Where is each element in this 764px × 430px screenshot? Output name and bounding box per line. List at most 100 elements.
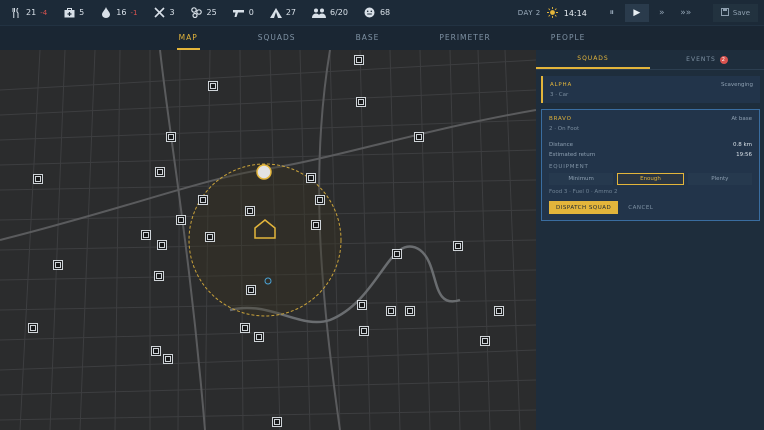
poi-marker[interactable] <box>246 285 256 295</box>
tab-base[interactable]: BASE <box>354 26 382 50</box>
tent-icon <box>269 7 282 19</box>
resource-people: 6/20 <box>312 7 348 19</box>
side-panel: SQUADS EVENTS 2 Scavenging ALPHA 3 · Car… <box>536 50 764 430</box>
poi-marker[interactable] <box>386 306 396 316</box>
fastest-button[interactable]: »» <box>675 4 697 22</box>
poi-marker[interactable] <box>359 326 369 336</box>
equipment-enough[interactable]: Enough <box>617 173 684 185</box>
events-badge: 2 <box>719 55 728 64</box>
medkit-value: 5 <box>79 8 85 17</box>
morale-icon <box>364 7 376 19</box>
poi-marker[interactable] <box>205 232 215 242</box>
squad-name: BRAVO <box>549 116 572 122</box>
tab-people[interactable]: PEOPLE <box>549 26 588 50</box>
poi-marker[interactable] <box>392 249 402 259</box>
tab-squads[interactable]: SQUADS <box>256 26 298 50</box>
poi-marker[interactable] <box>157 240 167 250</box>
food-value: 21 <box>26 8 37 17</box>
poi-marker[interactable] <box>166 132 176 142</box>
poi-marker[interactable] <box>354 55 364 65</box>
tools-icon <box>153 7 165 19</box>
game-clock: 14:14 <box>563 8 587 18</box>
resource-tools: 3 <box>153 7 175 19</box>
gun-icon <box>232 7 245 19</box>
poi-marker[interactable] <box>356 97 366 107</box>
fast-forward-button[interactable]: » <box>651 4 673 22</box>
water-value: 16 <box>116 8 127 17</box>
poi-marker[interactable] <box>33 174 43 184</box>
return-row: Estimated return 19:56 <box>549 152 752 158</box>
squad-status: At base <box>731 116 752 122</box>
poi-marker[interactable] <box>208 81 218 91</box>
resource-medkit: 5 <box>63 7 84 19</box>
poi-marker[interactable] <box>272 417 282 427</box>
poi-marker[interactable] <box>453 241 463 251</box>
main-nav: MAP SQUADS BASE PERIMETER PEOPLE <box>0 26 764 50</box>
distance-row: Distance 0.8 km <box>549 142 752 148</box>
squad-card-bravo[interactable]: At base BRAVO 2 · On Foot Distance 0.8 k… <box>541 109 760 221</box>
return-value: 19:56 <box>736 152 752 158</box>
play-button[interactable]: ▶ <box>624 4 649 22</box>
poi-marker[interactable] <box>141 230 151 240</box>
poi-marker[interactable] <box>311 220 321 230</box>
poi-marker[interactable] <box>198 195 208 205</box>
poi-marker[interactable] <box>240 323 250 333</box>
poi-marker[interactable] <box>163 354 173 364</box>
poi-marker[interactable] <box>405 306 415 316</box>
poi-marker[interactable] <box>53 260 63 270</box>
time-controls: DAY 2 14:14 ⏸ ▶ » »» Save <box>518 0 764 26</box>
water-delta: -1 <box>130 8 138 17</box>
squad-status: Scavenging <box>720 82 753 88</box>
people-value: 6/20 <box>330 8 348 17</box>
squad-info: 2 · On Foot <box>549 126 580 132</box>
poi-marker[interactable] <box>480 336 490 346</box>
pause-button[interactable]: ⏸ <box>601 4 623 22</box>
resource-ammo: 0 <box>232 7 254 19</box>
tools-value: 3 <box>169 8 175 17</box>
mission-costs: Food 3 · Fuel 0 · Ammo 2 <box>549 189 618 195</box>
medkit-icon <box>63 7 75 19</box>
panel-tabs: SQUADS EVENTS 2 <box>536 50 764 70</box>
poi-marker[interactable] <box>245 206 255 216</box>
squad-card-alpha[interactable]: Scavenging ALPHA 3 · Car <box>541 76 760 103</box>
squad-info: 3 · Car <box>550 92 569 98</box>
save-button[interactable]: Save <box>712 4 758 22</box>
equipment-options: Minimum Enough Plenty <box>549 173 752 185</box>
tab-map[interactable]: MAP <box>176 26 200 50</box>
equipment-plenty[interactable]: Plenty <box>687 173 752 185</box>
poi-marker[interactable] <box>494 306 504 316</box>
water-icon <box>100 7 112 19</box>
poi-marker[interactable] <box>315 195 325 205</box>
day-counter: DAY 2 <box>517 9 541 17</box>
save-label: Save <box>732 9 750 17</box>
dispatch-squad-button[interactable]: DISPATCH SQUAD <box>549 201 619 214</box>
tab-perimeter[interactable]: PERIMETER <box>437 26 492 50</box>
save-icon <box>720 8 729 18</box>
food-icon <box>10 7 22 19</box>
poi-marker[interactable] <box>155 167 165 177</box>
food-delta: -4 <box>40 8 48 17</box>
parts-icon <box>191 7 203 19</box>
cancel-button[interactable]: CANCEL <box>628 205 653 211</box>
city-map[interactable] <box>0 50 536 430</box>
equipment-heading: EQUIPMENT <box>549 164 589 170</box>
map-streets <box>0 50 536 430</box>
shelter-value: 27 <box>285 8 296 17</box>
distance-value: 0.8 km <box>732 142 752 148</box>
poi-marker[interactable] <box>414 132 424 142</box>
events-label: EVENTS <box>686 56 716 63</box>
poi-marker[interactable] <box>306 173 316 183</box>
poi-marker[interactable] <box>28 323 38 333</box>
tab-panel-squads[interactable]: SQUADS <box>536 50 650 69</box>
poi-marker[interactable] <box>176 215 186 225</box>
poi-marker[interactable] <box>154 271 164 281</box>
people-icon <box>312 7 326 19</box>
poi-marker[interactable] <box>357 300 367 310</box>
resource-parts: 25 <box>191 7 217 19</box>
squad-marker <box>256 164 272 180</box>
poi-marker[interactable] <box>151 346 161 356</box>
tab-panel-events[interactable]: EVENTS 2 <box>650 50 764 69</box>
equipment-minimum[interactable]: Minimum <box>549 173 614 185</box>
sun-icon <box>546 6 558 20</box>
poi-marker[interactable] <box>254 332 264 342</box>
